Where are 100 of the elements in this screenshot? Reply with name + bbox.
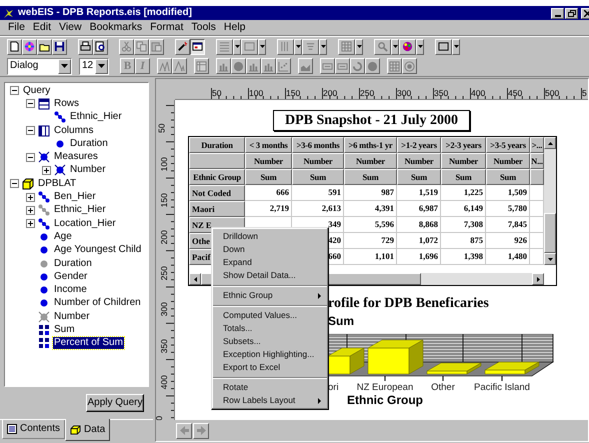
ruler-label: 150 [160, 194, 168, 208]
document-icon [7, 424, 17, 434]
toolbar-button[interactable] [190, 38, 205, 54]
close-icon [584, 10, 589, 16]
panel-tab[interactable]: Data [65, 419, 110, 442]
menu-item[interactable]: Bookmarks [86, 22, 146, 33]
dropdown-arrow-button[interactable] [452, 38, 460, 54]
tree-item[interactable]: Income [53, 284, 88, 296]
expand-icon[interactable] [26, 192, 34, 202]
tree-item[interactable]: Location_Hier [53, 218, 117, 230]
target-icon [404, 60, 415, 72]
tree-item[interactable]: DPBLAT [37, 178, 78, 190]
collapse-icon[interactable] [26, 126, 34, 136]
expand-icon[interactable] [26, 219, 34, 228]
palette-icon [402, 41, 413, 52]
column-header: Number [292, 153, 344, 169]
ruler-label: 50 [157, 123, 166, 133]
font-size-dropdown[interactable]: 12 [79, 58, 109, 74]
table-cell: 6,149 [441, 201, 486, 217]
tree-item[interactable]: Age Youngest Child [53, 244, 142, 256]
collapse-icon[interactable] [10, 179, 18, 188]
menu-item[interactable]: Subsets... [212, 335, 328, 348]
panel-tab[interactable]: Contents [2, 420, 66, 440]
table-cell: 5,780 [486, 201, 530, 217]
caret-icon [61, 64, 68, 68]
vertical-scrollbar[interactable] [544, 137, 556, 265]
submenu-arrow-icon [318, 292, 321, 298]
row-header: Not Coded [189, 185, 245, 201]
dropdown-arrow-button[interactable] [319, 38, 327, 54]
minimize-button[interactable] [551, 8, 564, 18]
menu-item[interactable]: Edit [28, 22, 56, 33]
dropdown-arrow-button[interactable] [416, 38, 424, 54]
tree-item[interactable]: Duration [53, 258, 93, 270]
restore-button[interactable] [565, 8, 578, 18]
scroll-arrow-icon [194, 276, 196, 282]
tree-item[interactable]: Ben_Hier [53, 191, 97, 204]
menu-item[interactable]: Rotate [212, 381, 328, 394]
table-chart-icon [196, 60, 207, 72]
menu-item[interactable]: Computed Values... [212, 309, 328, 322]
menu-item[interactable]: Export to Excel [212, 361, 328, 374]
expand-icon[interactable] [26, 206, 34, 215]
apply-query-button[interactable]: Apply Query [86, 394, 144, 412]
tree-item[interactable]: Gender [53, 270, 88, 283]
collapse-icon[interactable] [26, 152, 34, 162]
collapse-icon[interactable] [26, 99, 34, 108]
column-header: N... [530, 153, 544, 169]
tree-item[interactable]: Ethnic_Hier [53, 204, 107, 216]
column-header: >... [530, 137, 544, 153]
pie-chart-icon [233, 60, 244, 72]
expand-icon[interactable] [42, 166, 50, 175]
table-cell: 1,101 [344, 249, 397, 265]
tree-item[interactable]: Columns [53, 124, 94, 137]
dropdown-arrow-button[interactable] [258, 38, 266, 54]
scroll-arrow-icon [536, 276, 540, 282]
row-header: Maori [189, 201, 245, 217]
tree-item[interactable]: Duration [69, 138, 109, 150]
axis-label: Other [430, 382, 456, 394]
caret-icon [296, 45, 300, 48]
table-cell: 7,845 [486, 217, 530, 233]
menu-item[interactable]: View [55, 22, 86, 33]
collapse-icon[interactable] [10, 86, 18, 96]
menu-item[interactable]: Tools [187, 22, 220, 33]
menu-item[interactable]: Row Labels Layout [212, 394, 328, 407]
font-dropdown[interactable]: Dialog [7, 58, 72, 74]
menu-item[interactable]: Ethnic Group [212, 289, 328, 302]
tree-item[interactable]: Number of Children [53, 297, 142, 310]
menu-item[interactable]: Format [146, 22, 188, 33]
column-header: Sum [486, 169, 530, 185]
dropdown-arrow-button[interactable] [294, 38, 302, 54]
tree-item[interactable]: Number [69, 164, 107, 176]
table-cell: 2,613 [292, 201, 344, 217]
column-header: Number [441, 153, 486, 169]
column-header: Number [486, 153, 530, 169]
menu-item[interactable]: Totals... [212, 322, 328, 335]
menu-item[interactable]: Show Detail Data... [212, 269, 328, 282]
tree-item[interactable]: Percent of Sum [53, 337, 124, 350]
tree-item[interactable]: Age [53, 230, 73, 243]
dropdown-arrow-button[interactable] [391, 38, 399, 54]
caret-icon [418, 45, 422, 48]
tree-item[interactable]: Number [53, 310, 91, 323]
rotate-icon [352, 60, 363, 72]
cube-icon [70, 424, 82, 435]
menu-item[interactable]: Exception Highlighting... [212, 348, 328, 361]
tree-item[interactable]: Query [22, 84, 52, 97]
menu-item[interactable]: Help [220, 22, 250, 33]
tree-item[interactable]: Sum [53, 324, 76, 336]
scatter-chart-icon [278, 60, 289, 72]
grid-icon [341, 41, 352, 52]
dropdown-arrow-button[interactable] [233, 38, 241, 54]
tree-item[interactable]: Measures [53, 151, 99, 164]
column-header: Sum [441, 169, 486, 185]
column-header: Sum [397, 169, 441, 185]
wand-icon [177, 41, 188, 52]
tree-item[interactable]: Rows [53, 98, 80, 110]
dropdown-arrow-button[interactable] [355, 38, 363, 54]
tree-item[interactable]: Ethnic_Hier [69, 111, 123, 124]
menu-item[interactable]: File [4, 22, 29, 33]
ruler-label: 400 [160, 375, 168, 390]
ruler-label: 100 [160, 157, 168, 172]
ruler-label: 5 [582, 88, 587, 98]
